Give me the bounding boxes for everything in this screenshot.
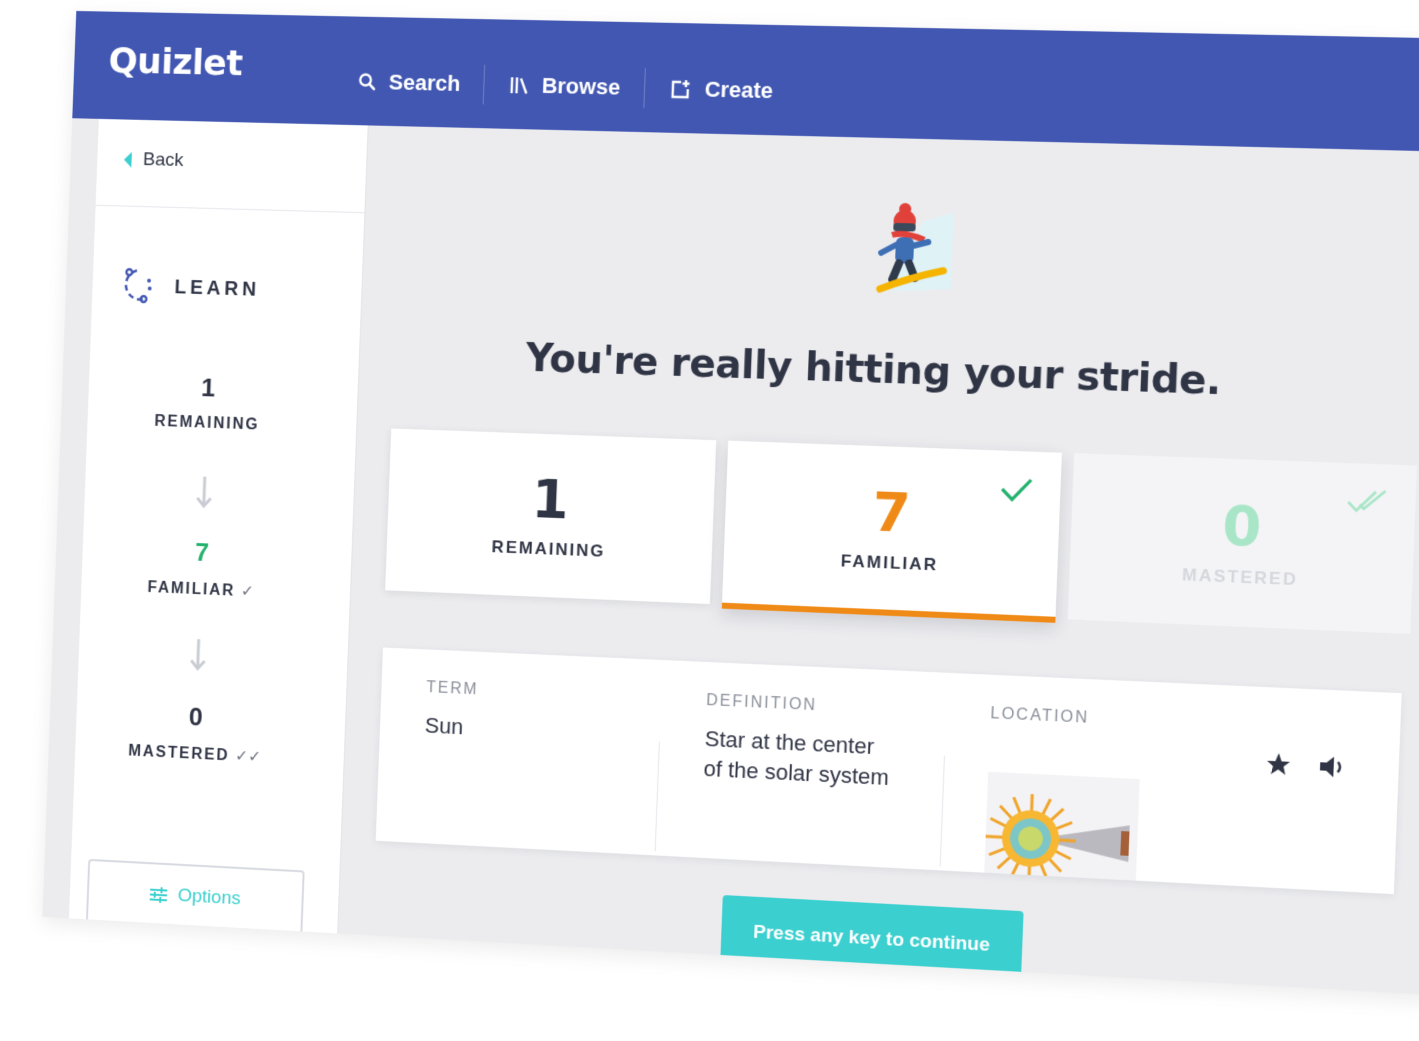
double-check-icon	[1346, 488, 1389, 516]
familiar-label-text: FAMILIAR	[147, 579, 235, 599]
arrow-down-icon	[188, 637, 208, 673]
quizlet-logo[interactable]: Quizlet	[108, 41, 243, 84]
sidebar-divider	[96, 205, 365, 213]
sidebar-mastered: 0 MASTERED ✓✓	[75, 696, 317, 769]
learn-label: LEARN	[174, 276, 260, 301]
nav-search-label: Search	[388, 70, 461, 97]
mastered-label-text: MASTERED	[128, 743, 230, 765]
term-review-panel: TERM Sun DEFINITION Star at the center o…	[376, 647, 1402, 894]
sun-diagram-image	[984, 772, 1140, 881]
card-remaining-label: REMAINING	[387, 533, 713, 566]
search-icon	[357, 72, 377, 92]
term-column: TERM Sun	[424, 679, 478, 743]
speaker-icon[interactable]	[1316, 753, 1346, 781]
quizlet-app: Quizlet Search Browse	[42, 11, 1419, 995]
options-label: Options	[177, 885, 241, 910]
mastered-count: 0	[76, 696, 317, 738]
learn-mode-title: LEARN	[119, 266, 261, 310]
card-mastered-label: MASTERED	[1069, 561, 1412, 595]
term-value: Sun	[424, 711, 477, 743]
star-icon[interactable]	[1264, 750, 1292, 778]
learn-icon	[119, 266, 155, 306]
nav-browse[interactable]: Browse	[484, 65, 645, 108]
learn-sidebar: Back LEARN 1 REMAINING 7 FAMILIAR ✓	[69, 119, 369, 934]
column-divider	[655, 742, 660, 852]
arrow-down-icon	[194, 474, 214, 510]
location-column: LOCATION	[990, 705, 1089, 728]
location-heading: LOCATION	[990, 705, 1089, 728]
card-familiar: 7 FAMILIAR	[722, 441, 1062, 623]
remaining-count: 1	[88, 369, 329, 408]
familiar-count: 7	[82, 532, 323, 572]
familiar-label: FAMILIAR ✓	[81, 574, 321, 604]
mastered-label: MASTERED ✓✓	[75, 738, 315, 769]
learn-main: You're really hitting your stride. 1 REM…	[337, 125, 1419, 995]
progress-cards: 1 REMAINING 7 FAMILIAR 0 MASTERED	[385, 428, 1417, 638]
nav-create-label: Create	[704, 77, 773, 105]
sliders-icon	[149, 886, 169, 905]
sidebar-familiar: 7 FAMILIAR ✓	[81, 532, 323, 604]
nav-browse-label: Browse	[541, 73, 620, 101]
nav-create[interactable]: Create	[644, 68, 798, 111]
continue-button[interactable]: Press any key to continue	[720, 895, 1024, 984]
back-button[interactable]: Back	[124, 149, 184, 172]
create-icon	[668, 78, 693, 101]
double-check-icon: ✓✓	[235, 748, 261, 766]
check-icon: ✓	[241, 583, 255, 600]
nav-search[interactable]: Search	[334, 62, 485, 105]
column-divider	[940, 755, 945, 866]
library-icon	[508, 74, 530, 96]
snowboarder-icon	[861, 200, 954, 311]
sun-illustration	[984, 772, 1140, 881]
definition-heading: DEFINITION	[706, 692, 892, 719]
main-nav: Search Browse Create	[334, 62, 798, 112]
back-label: Back	[143, 149, 184, 172]
definition-value: Star at the center of the solar system	[703, 724, 891, 793]
options-button[interactable]: Options	[86, 859, 305, 936]
card-remaining: 1 REMAINING	[385, 428, 716, 604]
back-arrow-icon	[124, 152, 132, 168]
check-icon	[999, 475, 1035, 505]
term-heading: TERM	[426, 679, 479, 699]
headline: You're really hitting your stride.	[358, 331, 1400, 411]
remaining-label-text: REMAINING	[154, 413, 260, 433]
card-mastered: 0 MASTERED	[1068, 453, 1417, 634]
app-window: Quizlet Search Browse	[3, 0, 1419, 1039]
sidebar-remaining: 1 REMAINING	[87, 369, 329, 437]
card-familiar-label: FAMILIAR	[723, 547, 1057, 581]
card-remaining-count: 1	[388, 428, 717, 536]
definition-column: DEFINITION Star at the center of the sol…	[703, 692, 892, 793]
remaining-label: REMAINING	[87, 411, 327, 437]
